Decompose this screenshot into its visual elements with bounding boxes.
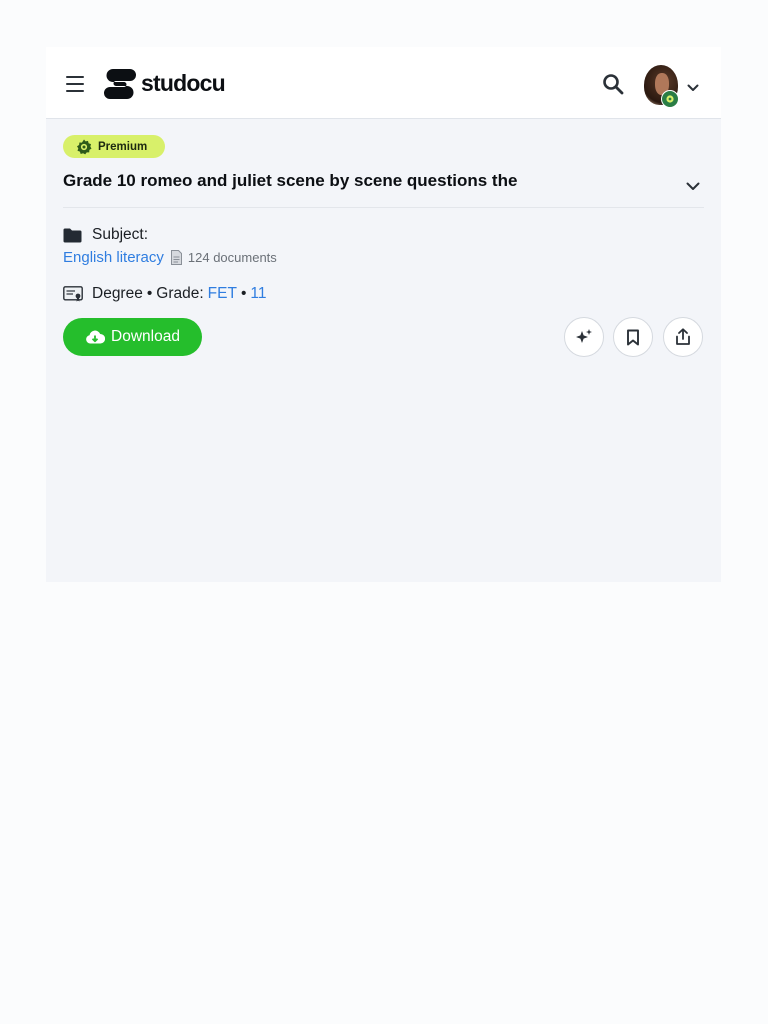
top-navigation-bar: studocu xyxy=(46,47,721,119)
studocu-logo[interactable]: studocu xyxy=(104,67,226,99)
search-icon[interactable] xyxy=(602,73,624,95)
expand-chevron-icon[interactable] xyxy=(686,178,700,190)
premium-badge: Premium xyxy=(63,135,165,158)
studocu-logo-icon xyxy=(104,69,136,99)
hamburger-menu-icon[interactable] xyxy=(66,76,84,92)
grade-row: Degree • Grade: FET • 11 xyxy=(63,285,266,303)
share-button[interactable] xyxy=(663,317,703,357)
certificate-icon xyxy=(63,286,83,302)
user-avatar[interactable] xyxy=(644,65,679,108)
degree-label: Degree xyxy=(92,285,143,302)
premium-badge-icon xyxy=(661,90,679,108)
course-link[interactable]: English literacy xyxy=(63,249,164,266)
folder-icon xyxy=(63,228,82,242)
separator-dot: • xyxy=(146,285,153,302)
ai-sparkle-icon xyxy=(576,329,592,343)
share-icon xyxy=(676,328,690,345)
document-title: Grade 10 romeo and juliet scene by scene… xyxy=(63,171,518,190)
separator-dot: • xyxy=(240,285,247,302)
subject-label: Subject: xyxy=(92,226,149,243)
premium-label: Premium xyxy=(98,140,148,153)
premium-gear-icon xyxy=(77,139,92,154)
logo-wordmark: studocu xyxy=(141,69,226,96)
divider xyxy=(63,207,704,208)
document-icon xyxy=(170,250,182,265)
chevron-down-icon[interactable] xyxy=(687,79,699,91)
course-row: English literacy 124 documents xyxy=(63,249,277,266)
document-count: 124 documents xyxy=(187,250,277,265)
grade-label: Grade: xyxy=(156,285,204,302)
grade-value-link[interactable]: 11 xyxy=(250,285,266,303)
subject-row: Subject: xyxy=(63,226,148,244)
download-button[interactable]: Download xyxy=(63,318,202,356)
ai-assistant-button[interactable] xyxy=(564,317,604,357)
document-panel: studocu Premium Grade 10 romeo and julie… xyxy=(46,47,721,582)
save-button[interactable] xyxy=(613,317,653,357)
cloud-download-icon xyxy=(86,330,106,344)
download-label: Download xyxy=(111,328,180,345)
bookmark-icon xyxy=(627,329,639,345)
grade-level-link[interactable]: FET xyxy=(208,285,237,303)
